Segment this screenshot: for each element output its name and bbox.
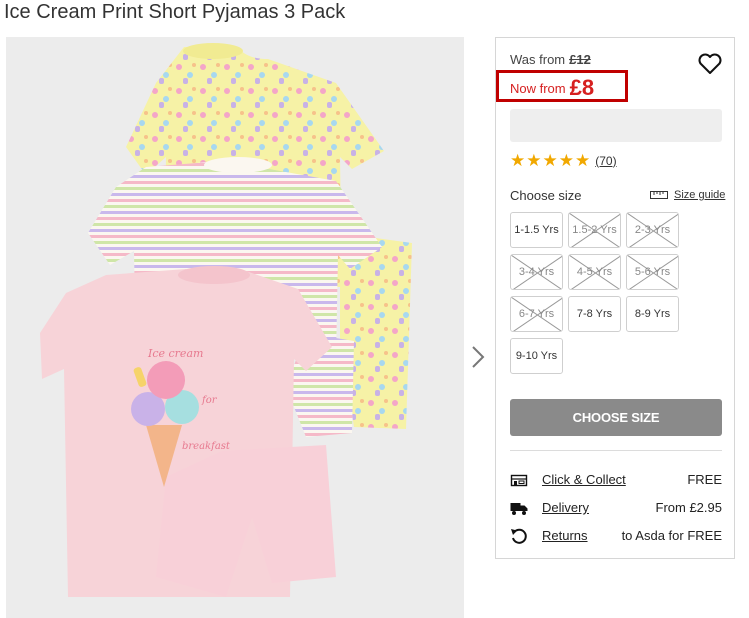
size-option[interactable]: 7-8 Yrs — [568, 296, 621, 332]
delivery-value: From £2.95 — [655, 500, 722, 515]
wishlist-button[interactable] — [697, 52, 723, 76]
size-option-label: 2-3 Yrs — [634, 224, 671, 236]
next-image-button[interactable] — [470, 343, 486, 371]
star-icon: ★ — [575, 151, 591, 170]
click-collect-value: FREE — [687, 472, 722, 487]
heart-outline-icon — [698, 53, 722, 74]
size-option-label: 1-1.5 Yrs — [514, 224, 559, 236]
size-option[interactable]: 9-10 Yrs — [510, 338, 563, 374]
size-guide-label: Size guide — [674, 189, 726, 201]
delivery-link[interactable]: Delivery — [542, 500, 589, 515]
size-option-unavailable[interactable]: 1.5-2 Yrs — [568, 212, 621, 248]
size-option-label: 1.5-2 Yrs — [572, 224, 617, 236]
star-icon: ★ — [542, 151, 558, 170]
service-delivery: Delivery From £2.95 — [510, 498, 722, 518]
product-title: Ice Cream Print Short Pyjamas 3 Pack — [4, 1, 346, 23]
now-label: Now from — [510, 81, 566, 96]
was-price: Was from £12 — [510, 52, 591, 67]
return-arrow-icon — [511, 528, 527, 544]
size-option-unavailable[interactable]: 2-3 Yrs — [626, 212, 679, 248]
size-guide-link[interactable]: Size guide — [650, 189, 725, 201]
size-option-label: 4-5 Yrs — [576, 266, 613, 278]
was-label: Was from — [510, 52, 566, 67]
now-value: £8 — [569, 75, 595, 100]
chevron-right-icon — [472, 346, 485, 368]
star-icon: ★ — [526, 151, 542, 170]
returns-value: to Asda for FREE — [621, 528, 722, 543]
print-text-2: for — [201, 395, 218, 406]
was-value: £12 — [569, 52, 591, 67]
star-icon: ★ — [510, 151, 526, 170]
service-returns: Returns to Asda for FREE — [510, 526, 722, 546]
review-count-link[interactable]: (70) — [595, 154, 616, 168]
rating[interactable]: ★ ★ ★ ★ ★ (70) — [510, 152, 617, 169]
choose-size-button[interactable]: CHOOSE SIZE — [510, 399, 722, 436]
choose-size-label: Choose size — [510, 188, 582, 203]
ruler-icon — [650, 191, 668, 199]
now-price: Now from £8 — [510, 75, 594, 101]
size-option-label: 3-4 Yrs — [518, 266, 555, 278]
size-option-unavailable[interactable]: 6-7 Yrs — [510, 296, 563, 332]
size-option-label: 9-10 Yrs — [515, 350, 558, 362]
loading-placeholder — [510, 109, 722, 142]
returns-link[interactable]: Returns — [542, 528, 588, 543]
size-option-label: 8-9 Yrs — [634, 308, 671, 320]
size-option[interactable]: 1-1.5 Yrs — [510, 212, 563, 248]
print-text-1: Ice cream — [147, 347, 203, 360]
size-option-unavailable[interactable]: 4-5 Yrs — [568, 254, 621, 290]
truck-icon — [510, 503, 528, 515]
purchase-panel: Was from £12 Now from £8 ★ ★ ★ ★ ★ (70) Ch… — [495, 37, 735, 559]
store-icon — [510, 474, 528, 487]
size-option-label: 6-7 Yrs — [518, 308, 555, 320]
pyjamas-illustration: Ice cream for breakfast — [40, 43, 412, 597]
size-option-label: 7-8 Yrs — [576, 308, 613, 320]
click-collect-link[interactable]: Click & Collect — [542, 472, 626, 487]
size-option-unavailable[interactable]: 3-4 Yrs — [510, 254, 563, 290]
service-click-collect: Click & Collect FREE — [510, 470, 722, 490]
size-option[interactable]: 8-9 Yrs — [626, 296, 679, 332]
product-image[interactable]: Ice cream for breakfast — [6, 37, 464, 618]
star-icon: ★ — [558, 151, 574, 170]
print-text-3: breakfast — [182, 441, 231, 452]
divider — [510, 450, 722, 451]
size-option-label: 5-6 Yrs — [634, 266, 671, 278]
size-option-unavailable[interactable]: 5-6 Yrs — [626, 254, 679, 290]
